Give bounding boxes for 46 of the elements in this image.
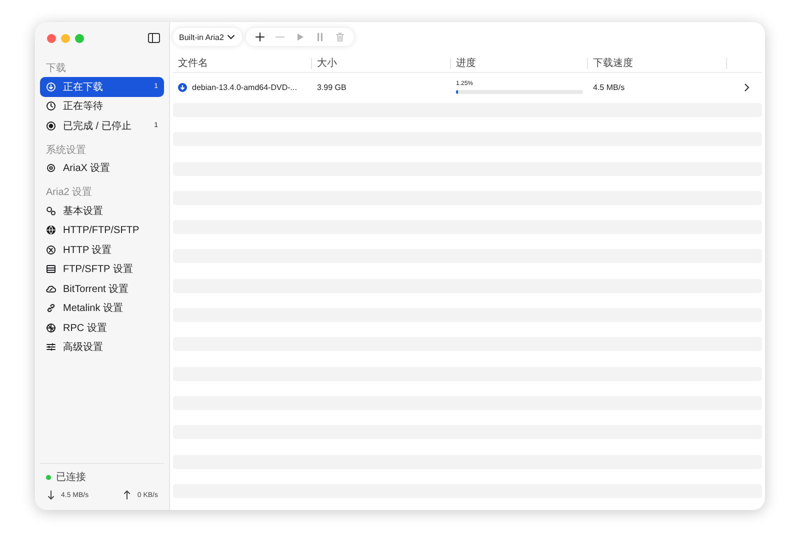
sidebar-item[interactable]: FTP/SFTP 设置 <box>40 260 164 279</box>
gears-icon <box>46 206 56 216</box>
sidebar-item[interactable]: Metalink 设置 <box>40 298 164 318</box>
minimize-button[interactable] <box>61 34 70 42</box>
sidebar-item[interactable]: 高级设置 <box>40 338 164 357</box>
sidebar-toggle-icon[interactable] <box>148 33 160 43</box>
close-button[interactable] <box>47 34 56 42</box>
chevron-right-icon[interactable] <box>744 83 750 92</box>
trash-icon <box>334 32 345 42</box>
server-dropdown[interactable]: Built-in Aria2 <box>173 28 242 46</box>
column-header[interactable]: 文件名 <box>173 58 312 68</box>
section-label: 系统设置 <box>45 144 87 158</box>
sliders-icon <box>46 342 56 352</box>
section-label: Aria2 设置 <box>45 186 94 200</box>
file-name: debian-13.4.0-amd64-DVD-... <box>192 83 297 92</box>
file-size: 3.99 GB <box>316 83 348 92</box>
download-icon <box>46 82 56 92</box>
plus-icon <box>254 32 265 42</box>
column-header[interactable]: 大小 <box>312 58 451 68</box>
plus-button[interactable] <box>254 31 266 43</box>
sidebar-item[interactable]: 基本设置 <box>40 201 164 220</box>
cloud-icon <box>46 284 56 294</box>
section-label: 下载 <box>45 62 67 76</box>
chevron-down-icon <box>226 32 236 42</box>
record-icon <box>46 120 56 131</box>
pause-icon <box>314 32 325 42</box>
up-arrow-icon <box>122 490 132 500</box>
column-header[interactable]: 下载速度 <box>588 58 727 68</box>
gear-icon <box>46 163 56 174</box>
sidebar-item[interactable]: 正在等待 <box>40 96 164 116</box>
sidebar-item[interactable]: HTTP 设置 <box>40 240 164 260</box>
zoom-button[interactable] <box>75 34 84 42</box>
download-speed: 4.5 MB/s <box>592 83 626 92</box>
download-status-icon <box>178 83 187 92</box>
column-header[interactable]: 进度 <box>451 58 588 68</box>
sidebar-item[interactable]: HTTP/FTP/SFTP <box>40 220 164 240</box>
sidebar-item[interactable]: AriaX 设置 <box>40 158 164 178</box>
list-icon <box>46 264 56 274</box>
clock-icon <box>46 101 56 112</box>
sidebar-item[interactable]: RPC 设置 <box>40 318 164 338</box>
sidebar-item[interactable]: BitTorrent 设置 <box>40 279 164 298</box>
status-label: 已连接 <box>56 470 86 484</box>
network-icon <box>46 322 56 333</box>
down-arrow-icon <box>46 490 56 500</box>
play-icon <box>294 32 305 42</box>
link-icon <box>46 303 56 314</box>
